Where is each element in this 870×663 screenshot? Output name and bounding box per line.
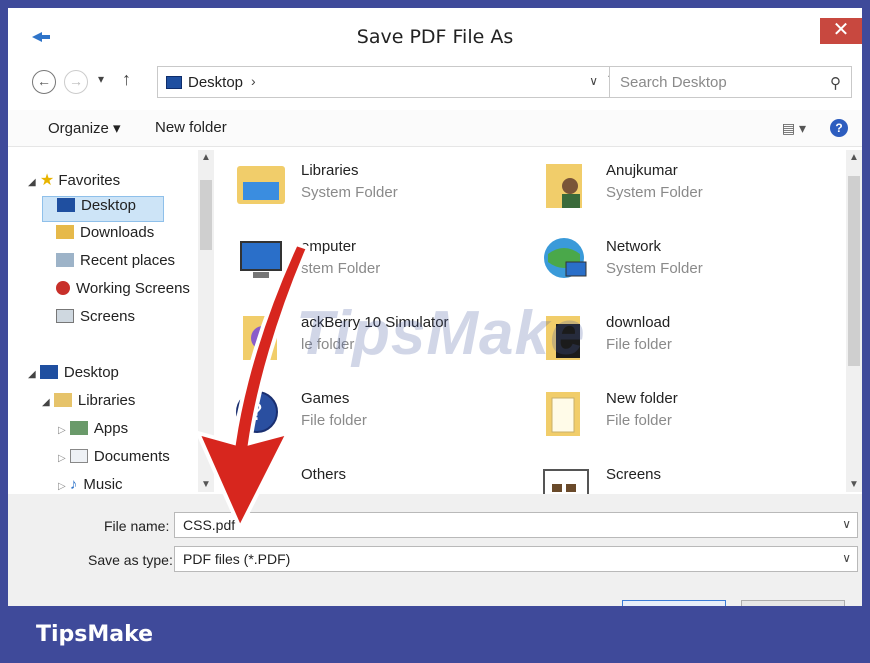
watermark-text: TipsMake (296, 299, 586, 368)
nav-tree-documents[interactable]: ▷ Documents (58, 448, 170, 474)
save-as-type-label: Save as type: (88, 552, 173, 568)
address-bar[interactable]: Desktop › ∨ ↻ (157, 66, 633, 98)
nav-item-label: Downloads (80, 224, 155, 241)
nav-favorites[interactable]: ◢ ★ Favorites (28, 170, 120, 196)
recent-locations-icon[interactable]: ▾ (98, 72, 104, 86)
nav-tree-label: Music (83, 476, 123, 493)
recent-places-icon (56, 253, 74, 267)
nav-tree-libraries[interactable]: ◢ Libraries (42, 392, 135, 418)
content-scrollbar[interactable]: ▲ ▼ (846, 150, 862, 492)
item-name: New folder (606, 390, 678, 407)
item-type: File folder (606, 412, 672, 429)
toolbar: Organize ▾ New folder ▤ ▾ ? (8, 110, 862, 147)
desktop-icon (166, 76, 182, 89)
item-libraries[interactable]: Libraries System Folder (223, 150, 513, 220)
red-arrow-annotation (194, 241, 311, 533)
nav-tree-label: Apps (93, 420, 129, 437)
save-dialog: Save PDF File As ✕ ← → ▾ ↑ Desktop › ∨ ↻… (8, 8, 862, 606)
collapse-icon[interactable]: ▷ (58, 425, 66, 436)
expand-icon[interactable]: ◢ (28, 177, 36, 188)
libraries-icon (53, 393, 72, 407)
nav-tree-label: Desktop (63, 364, 119, 381)
view-options-icon[interactable]: ▤ ▾ (782, 120, 806, 137)
new-folder-button[interactable]: New folder (155, 119, 227, 136)
content-scroll-thumb[interactable] (848, 176, 860, 366)
network-globe-icon (544, 238, 587, 278)
address-row: ← → ▾ ↑ Desktop › ∨ ↻ Search Desktop ⚲ (32, 66, 852, 100)
nav-item-desktop[interactable]: Desktop (42, 196, 164, 222)
desktop-icon (39, 365, 58, 379)
nav-item-downloads[interactable]: Downloads (56, 224, 154, 250)
music-icon: ♪ (69, 476, 78, 493)
item-type: System Folder (606, 260, 703, 277)
star-icon: ★ (39, 172, 55, 189)
collapse-icon[interactable]: ▷ (58, 453, 66, 464)
item-name: download (606, 314, 671, 331)
address-location: Desktop (188, 74, 244, 91)
collapse-icon[interactable]: ▷ (58, 481, 66, 492)
title-bar: Save PDF File As ✕ (8, 8, 862, 62)
item-name: Screens (606, 466, 662, 483)
expand-icon[interactable]: ◢ (42, 397, 50, 408)
brand-banner: TipsMake (0, 606, 870, 663)
nav-item-screens[interactable]: Screens (56, 308, 135, 334)
nav-favorites-label: Favorites (58, 172, 121, 189)
item-network[interactable]: Network System Folder (528, 226, 818, 296)
window-title: Save PDF File As (356, 26, 514, 48)
nav-item-label: Desktop (81, 197, 137, 214)
item-name: Libraries (301, 162, 359, 179)
scroll-up-icon[interactable]: ▲ (849, 152, 859, 163)
apps-icon (69, 421, 88, 435)
up-arrow-icon[interactable]: ↑ (122, 69, 131, 90)
organize-button[interactable]: Organize ▾ (48, 119, 121, 137)
close-button[interactable]: ✕ (820, 18, 862, 44)
search-icon[interactable]: ⚲ (830, 74, 841, 92)
forward-button[interactable]: → (64, 70, 88, 94)
save-as-type-select[interactable]: PDF files (*.PDF) ∨ (174, 546, 858, 572)
libraries-folder-icon (237, 166, 285, 204)
folder-icon (546, 392, 580, 436)
documents-icon (69, 449, 88, 463)
folder-icon (56, 225, 74, 239)
item-type: File folder (606, 336, 672, 353)
item-name: Network (606, 238, 662, 255)
search-input[interactable]: Search Desktop ⚲ (609, 66, 852, 98)
brand-name: TipsMake (36, 622, 154, 647)
expand-icon[interactable]: ◢ (28, 369, 36, 380)
item-anujkumar[interactable]: Anujkumar System Folder (528, 150, 818, 220)
user-folder-icon (546, 164, 582, 208)
nav-tree-label: Libraries (77, 392, 136, 409)
scroll-down-icon[interactable]: ▼ (849, 479, 859, 490)
search-placeholder: Search Desktop (620, 74, 727, 91)
chevron-down-icon[interactable]: ∨ (842, 517, 851, 531)
scroll-up-icon[interactable]: ▲ (201, 152, 211, 163)
chevron-down-icon[interactable]: ∨ (589, 74, 598, 88)
item-new-folder[interactable]: New folder File folder (528, 378, 818, 448)
save-options-panel: File name: CSS.pdf ∨ Save as type: PDF f… (8, 494, 862, 606)
nav-tree-desktop[interactable]: ◢ Desktop (28, 364, 119, 390)
item-type: System Folder (301, 184, 398, 201)
item-name: Anujkumar (606, 162, 678, 179)
nav-item-label: Screens (80, 308, 136, 325)
desktop-icon (57, 198, 75, 212)
back-button[interactable]: ← (32, 70, 56, 94)
item-type: System Folder (606, 184, 703, 201)
save-as-type-value: PDF files (*.PDF) (183, 551, 291, 567)
working-screens-icon (56, 281, 70, 295)
nav-tree-apps[interactable]: ▷ Apps (58, 420, 128, 446)
chevron-down-icon[interactable]: ∨ (842, 551, 851, 565)
chevron-right-icon[interactable]: › (251, 73, 256, 89)
help-icon[interactable]: ? (830, 119, 848, 137)
screens-icon (56, 309, 74, 323)
